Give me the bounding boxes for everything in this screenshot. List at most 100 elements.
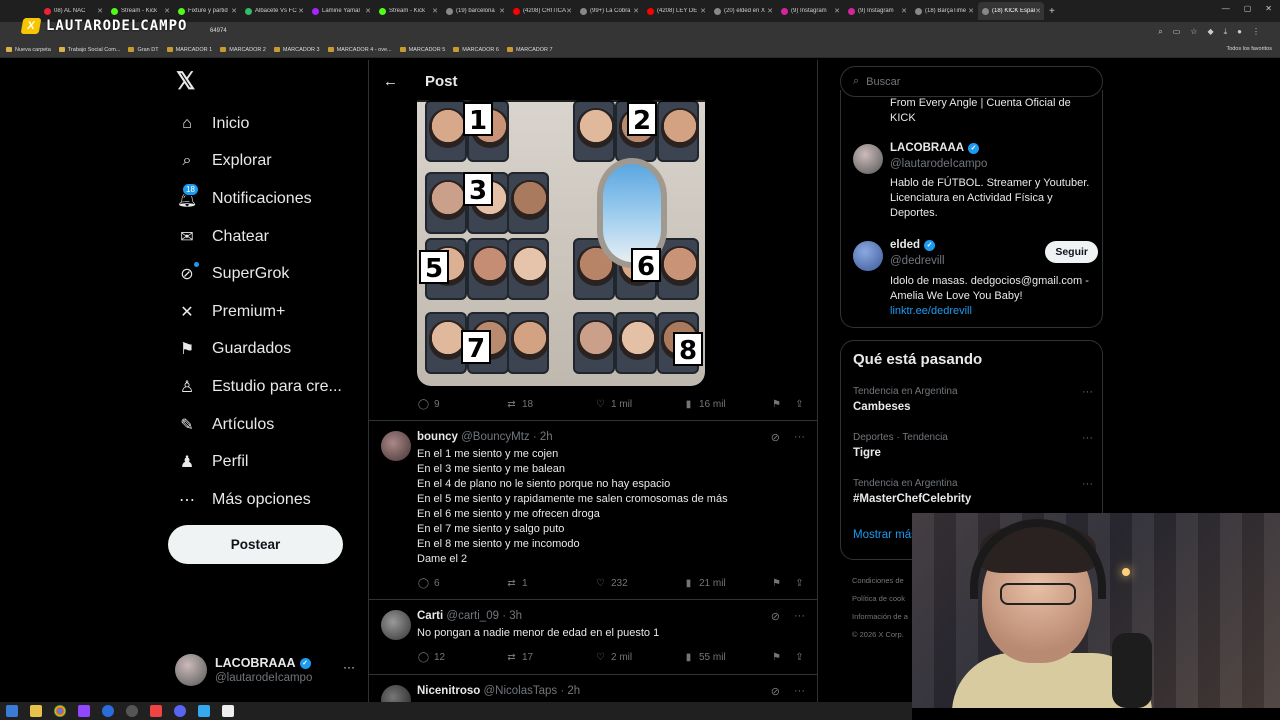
views-button[interactable]: ▮ 16 mil [682, 398, 726, 411]
browser-tab[interactable]: (4208) LEY DE ✕ [643, 2, 709, 20]
reply-author-handle[interactable]: @NicolasTaps [483, 685, 557, 697]
app-icon[interactable] [102, 705, 114, 717]
bookmark-item[interactable]: MARCADOR 7 [506, 47, 553, 53]
browser-tab[interactable]: Albacete Vs FC ✕ [241, 2, 307, 20]
extension-icon[interactable]: ◆ [1207, 27, 1213, 37]
app-icon[interactable] [198, 705, 210, 717]
browser-tab[interactable]: (9) Instagram ✕ [777, 2, 843, 20]
bookmark-item[interactable]: MARCADOR 2 [220, 47, 266, 53]
who-handle[interactable]: @lautarodeIcampo [890, 158, 987, 170]
repost-button[interactable]: ⇄ 17 [505, 651, 533, 664]
reply-time[interactable]: · 2h [560, 685, 580, 697]
minimize-icon[interactable]: — [1222, 4, 1230, 13]
sidebar-item-más-opciones[interactable]: ⋯ Más opciones [168, 481, 342, 519]
footer-link[interactable]: Información de a [852, 608, 908, 626]
browser-tab[interactable]: (19) barcelona ✕ [442, 2, 508, 20]
close-tab-icon[interactable]: ✕ [566, 7, 572, 15]
more-icon[interactable]: ··· [1082, 478, 1093, 490]
bookmark-item[interactable]: MARCADOR 3 [273, 47, 320, 53]
sidebar-item-supergrok[interactable]: ⊘ SuperGrok [168, 255, 342, 293]
close-tab-icon[interactable]: ✕ [432, 7, 438, 15]
more-icon[interactable]: ··· [794, 610, 805, 623]
sidebar-item-explorar[interactable]: ⌕ Explorar [168, 143, 342, 181]
close-tab-icon[interactable]: ✕ [164, 7, 170, 15]
close-tab-icon[interactable]: ✕ [901, 7, 907, 15]
more-icon[interactable]: ··· [1082, 386, 1093, 398]
browser-tab[interactable]: Lamine Yamal ✕ [308, 2, 374, 20]
grok-icon[interactable]: ⊘ [771, 685, 780, 698]
avatar[interactable] [853, 144, 883, 174]
footer-link[interactable]: Política de cook [852, 590, 908, 608]
back-arrow-icon[interactable]: ← [383, 73, 398, 90]
close-tab-icon[interactable]: ✕ [1035, 7, 1041, 15]
obs-icon[interactable] [126, 705, 138, 717]
browser-tab[interactable]: (99+) La Cobra ✕ [576, 2, 642, 20]
like-button[interactable]: ♡ 2 mil [594, 651, 632, 664]
close-tab-icon[interactable]: ✕ [365, 7, 371, 15]
close-tab-icon[interactable]: ✕ [767, 7, 773, 15]
reply-author-name[interactable]: Carti [417, 610, 443, 622]
bookmark-item[interactable]: Nueva carpeta [6, 47, 51, 53]
sidebar-item-inicio[interactable]: ⌂ Inicio [168, 105, 342, 143]
close-tab-icon[interactable]: ✕ [633, 7, 639, 15]
download-icon[interactable]: ⤓ [1224, 27, 1228, 37]
share-button[interactable]: ⇪ [793, 577, 810, 590]
star-icon[interactable]: ☆ [1190, 27, 1197, 37]
url-text[interactable]: 64974 [210, 28, 227, 34]
sidebar-item-notificaciones[interactable]: 🔔︎ Notificaciones 18 [168, 180, 342, 218]
close-tab-icon[interactable]: ✕ [231, 7, 237, 15]
reply-button[interactable]: ◯ 9 [417, 398, 440, 411]
cast-icon[interactable]: ▭ [1173, 27, 1181, 37]
more-icon[interactable]: ··· [794, 685, 805, 698]
post-button[interactable]: Postear [168, 525, 343, 564]
new-tab-icon[interactable]: + [1049, 6, 1055, 17]
bookmark-item[interactable]: MARCADOR 5 [399, 47, 445, 53]
browser-tab[interactable]: (18) BarçaTime ✕ [911, 2, 977, 20]
start-icon[interactable] [6, 705, 18, 717]
reply-button[interactable]: ◯ 6 [417, 577, 440, 590]
browser-tab[interactable]: Stream - Kick ✕ [375, 2, 441, 20]
profile-icon[interactable]: ● [1237, 27, 1242, 37]
sidebar-item-chatear[interactable]: ✉ Chatear [168, 218, 342, 256]
reply-button[interactable]: ◯ 12 [417, 651, 445, 664]
bookmark-button[interactable]: ⚑ [770, 398, 787, 411]
like-button[interactable]: ♡ 232 [594, 577, 628, 590]
sidebar-item-guardados[interactable]: ⚑ Guardados [168, 331, 342, 369]
share-button[interactable]: ⇪ [793, 651, 810, 664]
browser-tab[interactable]: (18) KICK Españ ✕ [978, 2, 1044, 20]
reply-item[interactable]: Carti @carti_09 · 3h ⊘ ··· No pongan a n… [369, 600, 817, 674]
sidebar-item-estudio-para-cre[interactable]: ♙ Estudio para cre... [168, 368, 342, 406]
share-button[interactable]: ⇪ [793, 398, 810, 411]
reply-item[interactable]: bouncy @BouncyMtz · 2h ⊘ ··· En el 1 me … [369, 421, 817, 599]
post-media-image[interactable]: 1 2 3 5 6 7 8 [417, 100, 705, 386]
who-item[interactable]: elded ✓ @dedrevill Seguir Idolo de masas.… [853, 239, 1098, 319]
close-window-icon[interactable]: ✕ [1265, 4, 1272, 13]
app-icon[interactable] [222, 705, 234, 717]
close-tab-icon[interactable]: ✕ [834, 7, 840, 15]
folder-icon[interactable] [30, 705, 42, 717]
twitch-icon[interactable] [78, 705, 90, 717]
like-button[interactable]: ♡ 1 mil [594, 398, 632, 411]
address-bar[interactable] [0, 22, 1280, 42]
more-icon[interactable]: ··· [794, 431, 805, 444]
grok-icon[interactable]: ⊘ [771, 610, 780, 623]
app-icon[interactable] [150, 705, 162, 717]
repost-button[interactable]: ⇄ 1 [505, 577, 527, 590]
trend-item[interactable]: Tendencia en Argentina Cambeses ··· [853, 386, 1093, 413]
bookmark-button[interactable]: ⚑ [770, 577, 787, 590]
who-name[interactable]: LACOBRAAA [890, 142, 964, 154]
bookmark-item[interactable]: MARCADOR 6 [453, 47, 499, 53]
account-switcher[interactable]: LACOBRAAA ✓ @lautarodeIcampo ··· [175, 648, 355, 692]
sidebar-item-premium+[interactable]: ✕ Premium+ [168, 293, 342, 331]
trend-item[interactable]: Tendencia en Argentina #MasterChefCelebr… [853, 478, 1093, 505]
sidebar-item-perfil[interactable]: ♟ Perfil [168, 443, 342, 481]
who-name[interactable]: elded [890, 239, 920, 251]
discord-icon[interactable] [174, 705, 186, 717]
who-link[interactable]: linktr.ee/dedrevill [890, 305, 972, 317]
bookmark-item[interactable]: Trabajo Social Com... [58, 47, 120, 53]
reply-time[interactable]: · 3h [502, 610, 522, 622]
bookmark-button[interactable]: ⚑ [770, 651, 787, 664]
bookmark-item[interactable]: MARCADOR 1 [166, 47, 212, 53]
browser-tab[interactable]: (9) Instagram ✕ [844, 2, 910, 20]
more-icon[interactable]: ··· [343, 660, 355, 674]
